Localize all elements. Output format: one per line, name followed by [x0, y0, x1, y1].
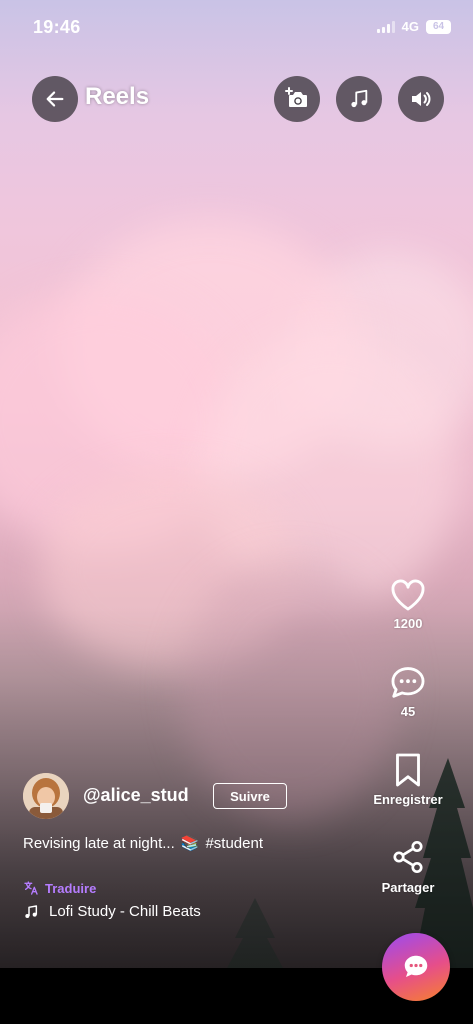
books-emoji: 📚 [180, 835, 200, 852]
page-title: Reels [85, 83, 150, 110]
music-note-icon [25, 904, 38, 918]
avatar[interactable] [23, 773, 69, 819]
audio-track[interactable]: Lofi Study - Chill Beats [23, 903, 201, 920]
avatar-image [23, 773, 69, 819]
username[interactable]: @alice_stud [83, 785, 189, 806]
bookmark-icon [396, 753, 420, 787]
camera-add-icon [285, 87, 307, 107]
signal-icon [376, 20, 395, 33]
translate-icon [24, 881, 38, 895]
translate-button[interactable]: Traduire [23, 880, 96, 896]
speaker-icon [412, 92, 431, 106]
music-note-icon [351, 89, 368, 108]
reel-video[interactable] [0, 0, 473, 968]
chat-button[interactable] [382, 933, 450, 1001]
share-label: Partager [381, 880, 435, 895]
share-icon [393, 840, 423, 874]
reels-screen: 19:46 4G 64 Reels 1200 45 Enregistrer Pa… [0, 0, 473, 1024]
battery-icon: 64 [426, 19, 451, 34]
arrow-left-icon [46, 91, 64, 107]
caption: Revising late at night... 📚 #student [23, 834, 263, 853]
chat-bubble-icon [404, 955, 428, 977]
sound-button[interactable] [398, 76, 444, 122]
audio-title: Lofi Study - Chill Beats [49, 903, 201, 920]
like-count: 1200 [393, 616, 423, 631]
save-label: Enregistrer [373, 792, 443, 807]
network-label: 4G [401, 19, 419, 34]
back-button[interactable] [32, 76, 78, 122]
status-indicators: 4G 64 [376, 19, 451, 34]
comment-button[interactable]: 45 [368, 664, 448, 719]
follow-button[interactable]: Suivre [213, 783, 287, 809]
translate-label: Traduire [45, 880, 97, 896]
like-button[interactable]: 1200 [368, 576, 448, 631]
hashtag-link[interactable]: #student [205, 835, 263, 852]
status-time: 19:46 [33, 17, 81, 37]
camera-button[interactable] [274, 76, 320, 122]
heart-icon [391, 579, 425, 611]
caption-text: Revising late at night... [23, 834, 175, 852]
save-button[interactable]: Enregistrer [358, 752, 458, 807]
comment-icon [391, 667, 425, 698]
comment-count: 45 [400, 704, 416, 719]
music-button[interactable] [336, 76, 382, 122]
share-button[interactable]: Partager [358, 838, 458, 895]
